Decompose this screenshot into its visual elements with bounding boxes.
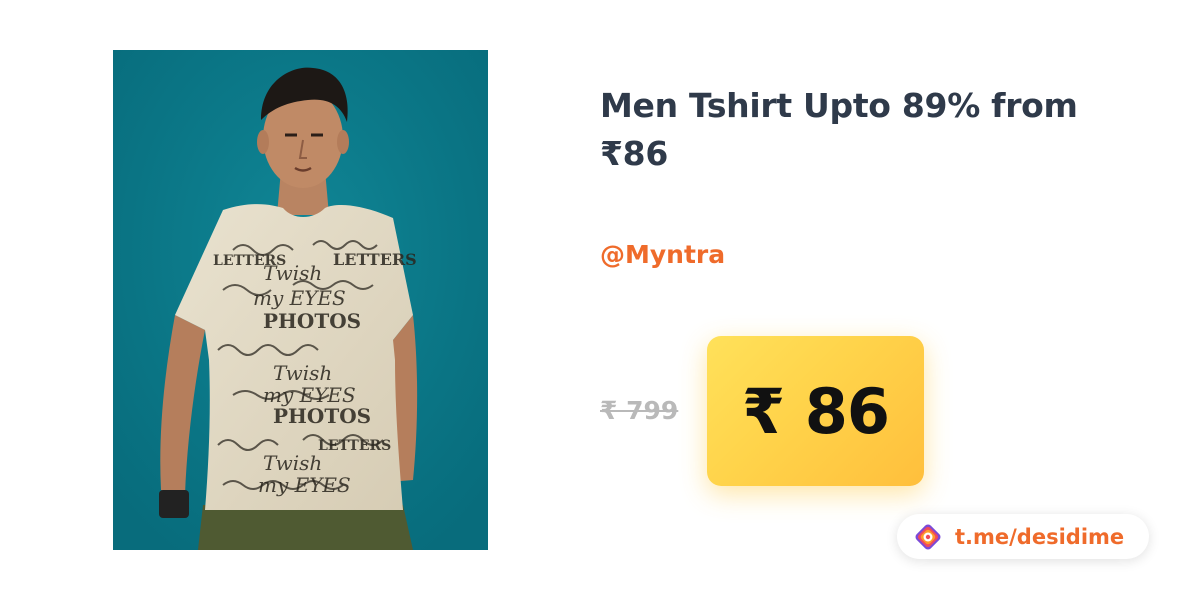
svg-text:Twish: Twish bbox=[263, 451, 322, 475]
deal-title: Men Tshirt Upto 89% from ₹86 bbox=[600, 86, 1078, 173]
svg-text:LETTERS: LETTERS bbox=[333, 250, 417, 269]
tshirt-model-photo: Twish my EYES PHOTOS Twish my EYES PHOTO… bbox=[113, 50, 488, 550]
deal-card: Twish my EYES PHOTOS Twish my EYES PHOTO… bbox=[0, 0, 1200, 600]
telegram-channel-label: t.me/desidime bbox=[955, 524, 1125, 549]
svg-text:LETTERS: LETTERS bbox=[213, 253, 286, 269]
svg-text:my EYES: my EYES bbox=[253, 286, 346, 310]
svg-text:Twish: Twish bbox=[273, 361, 332, 385]
original-price: ₹ 799 bbox=[600, 396, 679, 425]
product-image: Twish my EYES PHOTOS Twish my EYES PHOTO… bbox=[113, 50, 488, 550]
deal-price: ₹ 86 bbox=[741, 374, 890, 448]
svg-text:LETTERS: LETTERS bbox=[318, 438, 391, 454]
store-name[interactable]: @Myntra bbox=[600, 240, 725, 269]
deal-price-badge: ₹ 86 bbox=[707, 336, 924, 486]
telegram-channel-link[interactable]: t.me/desidime bbox=[897, 514, 1149, 559]
svg-text:PHOTOS: PHOTOS bbox=[273, 404, 371, 428]
desidime-logo-icon bbox=[913, 522, 943, 552]
svg-text:PHOTOS: PHOTOS bbox=[263, 309, 361, 333]
svg-text:my EYES: my EYES bbox=[258, 473, 351, 497]
